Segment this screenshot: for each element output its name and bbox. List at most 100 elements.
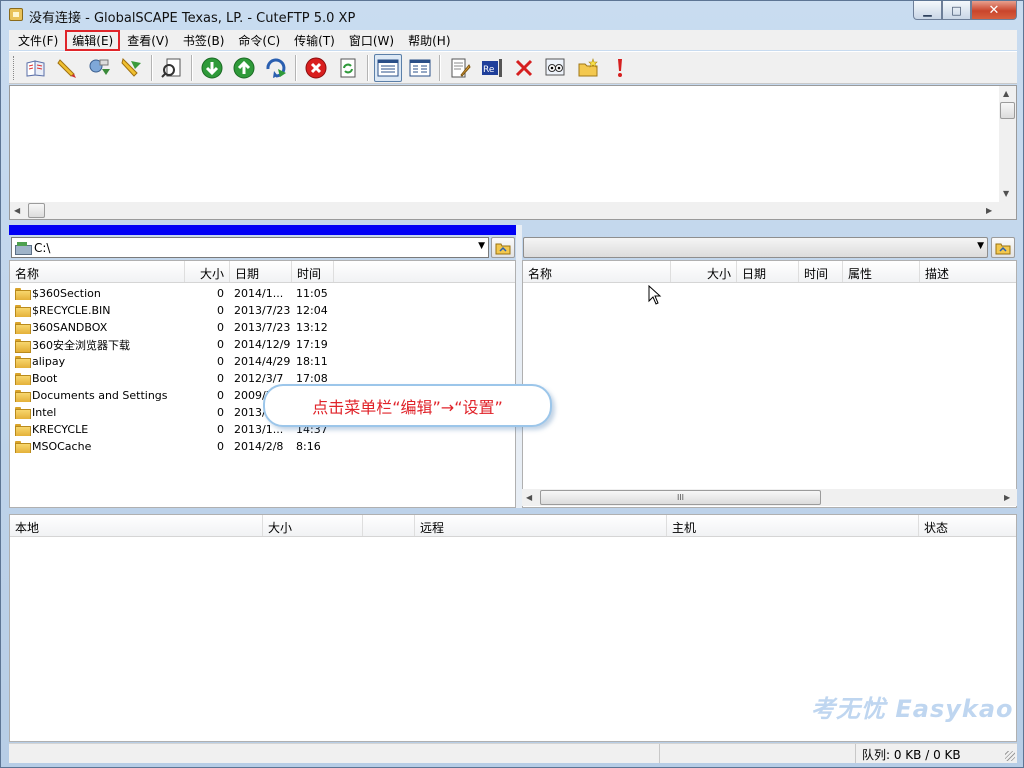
folder-icon bbox=[15, 338, 31, 353]
refresh-icon[interactable] bbox=[334, 54, 362, 82]
new-folder-icon[interactable] bbox=[574, 54, 602, 82]
remote-path-combobox[interactable]: ▼ bbox=[523, 237, 988, 258]
delete-icon[interactable] bbox=[510, 54, 538, 82]
alert-icon[interactable] bbox=[606, 54, 634, 82]
dropdown-arrow-icon[interactable]: ▼ bbox=[977, 241, 984, 251]
svg-text:Re: Re bbox=[483, 65, 495, 75]
col-size[interactable]: 大小 bbox=[671, 261, 737, 282]
remote-file-list[interactable]: 名称 大小 日期 时间 属性 描述 bbox=[522, 260, 1017, 508]
scroll-left-arrow-icon[interactable]: ◀ bbox=[526, 493, 532, 502]
scroll-thumb[interactable]: III bbox=[540, 490, 821, 505]
window-title: 没有连接 - GlobalSCAPE Texas, LP. - CuteFTP … bbox=[29, 11, 356, 26]
local-rows: $360Section 0 2014/1... 11:05 $RECYCLE.BIN 0… bbox=[10, 283, 515, 455]
list-item[interactable]: $360Section 0 2014/1... 11:05 bbox=[10, 285, 515, 302]
folder-icon bbox=[15, 287, 31, 300]
col-size[interactable]: 大小 bbox=[185, 261, 230, 282]
folder-icon bbox=[495, 243, 511, 254]
local-folder-up-button[interactable] bbox=[491, 237, 515, 258]
menu-transfer[interactable]: 传输(T) bbox=[287, 30, 342, 51]
remote-search-icon[interactable] bbox=[158, 54, 186, 82]
title-bar[interactable]: 没有连接 - GlobalSCAPE Texas, LP. - CuteFTP … bbox=[1, 1, 1023, 29]
remote-folder-up-button[interactable] bbox=[991, 237, 1015, 258]
status-bar: 队列: 0 KB / 0 KB bbox=[9, 743, 1017, 763]
reconnect-icon[interactable] bbox=[86, 54, 114, 82]
toolbar-separator bbox=[295, 54, 297, 81]
menu-view[interactable]: 查看(V) bbox=[120, 30, 176, 51]
menu-window[interactable]: 窗口(W) bbox=[342, 30, 401, 51]
connection-progress-bar bbox=[9, 225, 516, 235]
edit-icon[interactable] bbox=[446, 54, 474, 82]
download-icon[interactable] bbox=[198, 54, 226, 82]
col-name[interactable]: 名称 bbox=[10, 261, 185, 282]
scroll-left-arrow-icon[interactable]: ◀ bbox=[14, 206, 20, 215]
local-path-combobox[interactable]: C:\ ▼ bbox=[11, 237, 489, 258]
menu-edit[interactable]: 编辑(E) bbox=[65, 29, 121, 51]
col-attributes[interactable]: 属性 bbox=[843, 261, 920, 282]
remote-column-header: 名称 大小 日期 时间 属性 描述 bbox=[523, 261, 1016, 283]
menu-bar: 文件(F) 编辑(E) 查看(V) 书签(B) 命令(C) 传输(T) 窗口(W… bbox=[9, 29, 1017, 51]
cuteftp-app-icon[interactable] bbox=[9, 8, 23, 21]
scroll-down-arrow-icon[interactable]: ▼ bbox=[1003, 189, 1009, 198]
list-item[interactable]: MSOCache 0 2014/2/8 8:16 bbox=[10, 438, 515, 455]
queue-column-header: 本地 大小 远程 主机 状态 bbox=[10, 515, 1016, 537]
upload-icon[interactable] bbox=[230, 54, 258, 82]
col-spacer bbox=[363, 515, 415, 536]
scroll-thumb[interactable] bbox=[28, 203, 45, 218]
quick-connect-icon[interactable] bbox=[54, 54, 82, 82]
list-item[interactable]: 360SANDBOX 0 2013/7/23 13:12 bbox=[10, 319, 515, 336]
toolbar-separator bbox=[191, 54, 193, 81]
col-time[interactable]: 时间 bbox=[292, 261, 334, 282]
col-name[interactable]: 名称 bbox=[523, 261, 671, 282]
col-remote[interactable]: 远程 bbox=[415, 515, 667, 536]
log-vertical-scrollbar[interactable]: ▲ ▼ bbox=[999, 86, 1016, 203]
col-status[interactable]: 状态 bbox=[919, 515, 1016, 536]
remote-horizontal-scrollbar[interactable]: ◀ III ▶ bbox=[522, 489, 1017, 506]
folder-icon bbox=[15, 406, 31, 419]
menu-bookmarks[interactable]: 书签(B) bbox=[176, 30, 232, 51]
list-item[interactable]: 360安全浏览器下载 0 2014/12/9 17:19 bbox=[10, 336, 515, 353]
folder-icon bbox=[15, 321, 31, 334]
scroll-right-arrow-icon[interactable]: ▶ bbox=[1004, 493, 1010, 502]
folder-icon bbox=[15, 440, 31, 453]
minimize-button[interactable]: ▁ bbox=[913, 1, 942, 20]
folder-icon bbox=[15, 389, 31, 402]
view-list-icon[interactable] bbox=[406, 54, 434, 82]
resize-grip[interactable] bbox=[1005, 751, 1015, 761]
view-file-icon[interactable] bbox=[542, 54, 570, 82]
col-host[interactable]: 主机 bbox=[667, 515, 919, 536]
watermark-text: 考无忧 Easykao bbox=[811, 695, 1014, 723]
log-horizontal-scrollbar[interactable]: ◀ ▶ bbox=[10, 202, 999, 219]
refresh-transfer-icon[interactable] bbox=[262, 54, 290, 82]
col-size[interactable]: 大小 bbox=[263, 515, 363, 536]
queue-status: 队列: 0 KB / 0 KB bbox=[855, 744, 985, 763]
app-window: 没有连接 - GlobalSCAPE Texas, LP. - CuteFTP … bbox=[0, 0, 1024, 768]
col-filler bbox=[334, 261, 515, 282]
rename-icon[interactable]: Re bbox=[478, 54, 506, 82]
site-manager-icon[interactable] bbox=[22, 54, 50, 82]
col-date[interactable]: 日期 bbox=[230, 261, 292, 282]
dropdown-arrow-icon[interactable]: ▼ bbox=[478, 241, 485, 251]
menu-help[interactable]: 帮助(H) bbox=[401, 30, 457, 51]
scroll-thumb[interactable] bbox=[1000, 102, 1015, 119]
col-date[interactable]: 日期 bbox=[737, 261, 799, 282]
list-item[interactable]: $RECYCLE.BIN 0 2013/7/23 12:04 bbox=[10, 302, 515, 319]
folder-icon bbox=[15, 355, 31, 368]
menu-file[interactable]: 文件(F) bbox=[11, 30, 65, 51]
toolbar-grip[interactable] bbox=[13, 55, 16, 80]
close-button[interactable]: ✕ bbox=[971, 1, 1017, 20]
maximize-button[interactable]: □ bbox=[942, 1, 971, 20]
scroll-corner bbox=[999, 202, 1016, 219]
drive-icon bbox=[15, 241, 32, 255]
stop-icon[interactable] bbox=[302, 54, 330, 82]
log-pane[interactable]: ▲ ▼ ◀ ▶ bbox=[9, 85, 1017, 220]
list-item[interactable]: alipay 0 2014/4/29 18:11 bbox=[10, 353, 515, 370]
col-description[interactable]: 描述 bbox=[920, 261, 1016, 282]
scroll-up-arrow-icon[interactable]: ▲ bbox=[1003, 89, 1009, 98]
view-details-icon[interactable] bbox=[374, 53, 402, 82]
local-path-text: C:\ bbox=[34, 240, 51, 255]
col-time[interactable]: 时间 bbox=[799, 261, 843, 282]
disconnect-icon[interactable] bbox=[118, 54, 146, 82]
col-local[interactable]: 本地 bbox=[10, 515, 263, 536]
scroll-right-arrow-icon[interactable]: ▶ bbox=[986, 206, 992, 215]
menu-commands[interactable]: 命令(C) bbox=[231, 30, 287, 51]
